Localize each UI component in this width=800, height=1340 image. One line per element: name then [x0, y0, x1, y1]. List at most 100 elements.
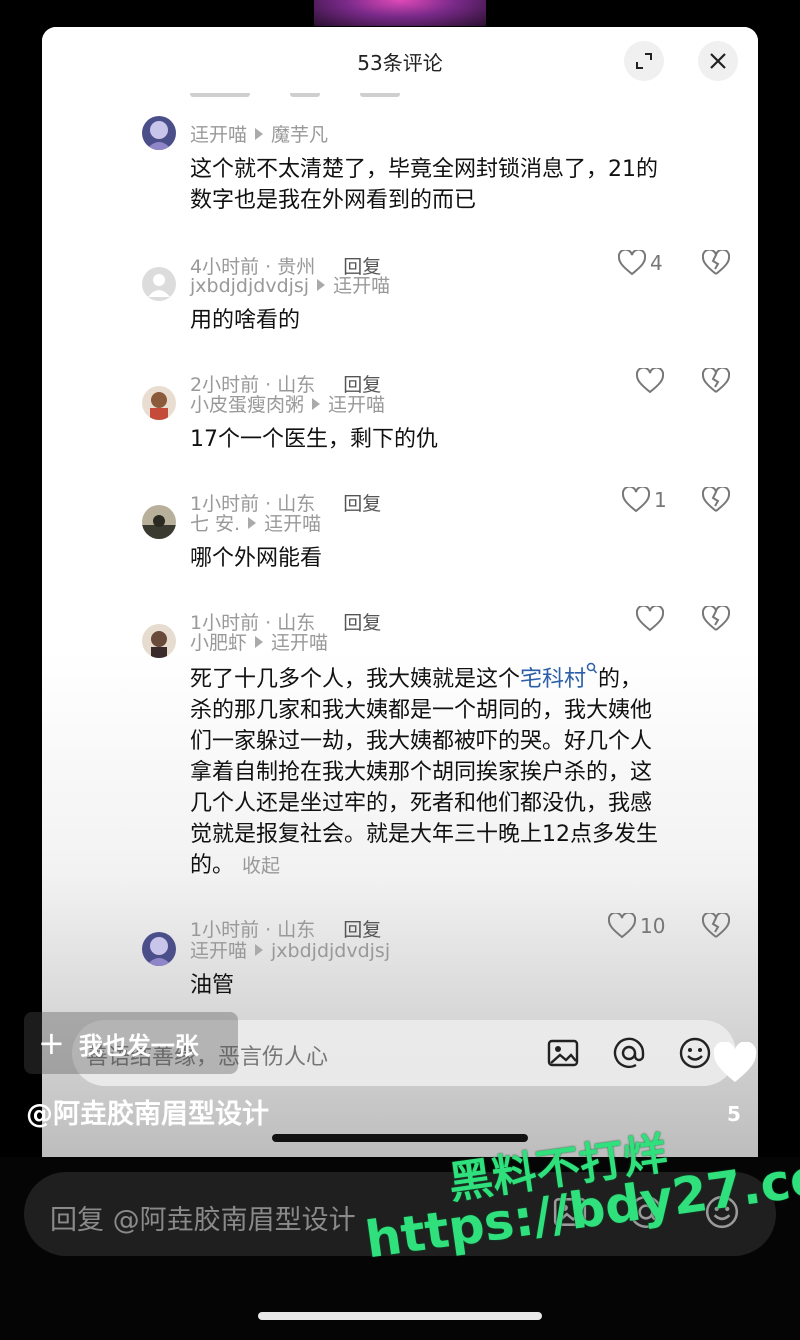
- username[interactable]: 小肥虾: [190, 632, 247, 654]
- dislike-button[interactable]: [701, 248, 731, 280]
- comment-text-segment: 的，: [598, 667, 643, 692]
- comment-line: 们一家躲过一劫，我大姨都被吓的哭。好几个人: [190, 729, 653, 754]
- dislike-button[interactable]: [701, 604, 731, 636]
- avatar[interactable]: [142, 116, 176, 150]
- post-photo-label: 我也发一张: [78, 1031, 199, 1060]
- broken-heart-icon: [701, 604, 731, 631]
- video-like-icon[interactable]: [712, 1042, 758, 1084]
- dislike-button[interactable]: [701, 366, 731, 398]
- comment-line: 几个人还是坐过牢的，死者和他们都没仇，我感: [190, 791, 653, 816]
- video-author[interactable]: @阿垚胶南眉型设计: [26, 1092, 269, 1131]
- heart-outline-icon: [618, 250, 646, 276]
- comment-line: 觉就是报复社会。就是大年三十晚上12点多发生: [190, 822, 658, 847]
- username[interactable]: 迋开喵: [190, 124, 247, 146]
- like-count: 1: [654, 488, 667, 512]
- comment-names: jxbdjdjdvdjsj 迋开喵: [190, 271, 390, 298]
- comment-line: 数字也是我在外网看到的而已: [190, 188, 477, 213]
- comment-text: 油管: [190, 970, 730, 1001]
- comment-text: 17个一个医生，剩下的仇: [190, 424, 730, 455]
- username[interactable]: 迋开喵: [190, 940, 247, 962]
- search-icon: [586, 662, 598, 674]
- screen: 53条评论 迋开喵 魔芋凡 这个就不太清楚了，毕竟全网封锁消息了，21的 数字也…: [0, 0, 800, 1340]
- reply-to-username[interactable]: 迋开喵: [271, 632, 328, 654]
- comment-names: 小肥虾 迋开喵: [190, 628, 328, 655]
- video-background: [314, 0, 486, 26]
- reply-to-username[interactable]: 迋开喵: [333, 275, 390, 297]
- heart-outline-icon: [608, 913, 636, 939]
- plus-icon: +: [38, 1024, 65, 1062]
- reply-button[interactable]: 回复: [343, 493, 381, 515]
- avatar[interactable]: [142, 505, 176, 539]
- reply-arrow-icon: [255, 944, 264, 956]
- dislike-button[interactable]: [701, 485, 731, 517]
- comment-names: 迋开喵 jxbdjdjdvdjsj: [190, 936, 390, 963]
- heart-outline-icon: [636, 368, 664, 394]
- expand-button[interactable]: [624, 41, 664, 81]
- heart-outline-icon: [636, 606, 664, 632]
- username[interactable]: jxbdjdjdvdjsj: [190, 275, 309, 297]
- image-icon[interactable]: [546, 1036, 580, 1070]
- comment-text: 用的啥看的: [190, 305, 730, 336]
- comment-line: 用的啥看的: [190, 308, 301, 333]
- avatar[interactable]: [142, 267, 176, 301]
- reply-arrow-icon: [248, 517, 257, 529]
- video-like-count: 5: [727, 1102, 741, 1126]
- collapse-button[interactable]: 收起: [242, 855, 280, 877]
- reply-to-username[interactable]: 迋开喵: [328, 394, 385, 416]
- reply-to-username[interactable]: 魔芋凡: [271, 124, 328, 146]
- comments-sheet: 53条评论 迋开喵 魔芋凡 这个就不太清楚了，毕竟全网封锁消息了，21的 数字也…: [42, 27, 758, 1157]
- comment-line: 拿着自制抢在我大姨那个胡同挨家挨户杀的，这: [190, 760, 653, 785]
- sheet-header: 53条评论: [42, 27, 758, 93]
- reply-arrow-icon: [317, 279, 326, 291]
- mention-icon[interactable]: [612, 1036, 646, 1070]
- close-button[interactable]: [698, 41, 738, 81]
- comment-line: 死了十几多个人，我大姨就是这个宅科村 的，: [190, 662, 730, 695]
- reply-arrow-icon: [312, 398, 321, 410]
- close-icon: [710, 53, 726, 69]
- comment-line: 的。 收起: [190, 850, 730, 882]
- post-photo-button[interactable]: + 我也发一张: [24, 1012, 238, 1074]
- reply-input-placeholder: 回复 @阿垚胶南眉型设计: [50, 1205, 356, 1236]
- comment-line: 这个就不太清楚了，毕竟全网封锁消息了，21的: [190, 157, 658, 182]
- comment-names: 迋开喵 魔芋凡: [190, 120, 328, 147]
- comment-text: 这个就不太清楚了，毕竟全网封锁消息了，21的 数字也是我在外网看到的而已: [190, 154, 730, 216]
- comment-text: 哪个外网能看: [190, 543, 730, 574]
- like-button[interactable]: 1: [622, 487, 667, 513]
- comment-text: 死了十几多个人，我大姨就是这个宅科村 的， 杀的那几家和我大姨都是一个胡同的，我大…: [190, 662, 730, 882]
- like-button[interactable]: [636, 606, 664, 632]
- broken-heart-icon: [701, 485, 731, 512]
- avatar[interactable]: [142, 624, 176, 658]
- expand-icon: [636, 53, 652, 69]
- comment-text-segment: 死了十几多个人，我大姨就是这个: [190, 667, 521, 692]
- like-button[interactable]: 10: [608, 913, 665, 939]
- comment-line: 杀的那几家和我大姨都是一个胡同的，我大姨他: [190, 698, 653, 723]
- like-button[interactable]: [636, 368, 664, 394]
- emoji-icon[interactable]: [678, 1036, 712, 1070]
- username[interactable]: 七 安.: [190, 513, 240, 535]
- reply-arrow-icon: [255, 128, 264, 140]
- comment-names: 小皮蛋瘦肉粥 迋开喵: [190, 390, 385, 417]
- reply-button[interactable]: 回复: [343, 612, 381, 634]
- keyword-text: 宅科村: [520, 667, 587, 692]
- avatar[interactable]: [142, 386, 176, 420]
- reply-arrow-icon: [255, 636, 264, 648]
- broken-heart-icon: [701, 248, 731, 275]
- like-count: 10: [640, 914, 666, 938]
- username[interactable]: 小皮蛋瘦肉粥: [190, 394, 304, 416]
- like-button[interactable]: 4: [618, 250, 663, 276]
- broken-heart-icon: [701, 366, 731, 393]
- comment-names: 七 安. 迋开喵: [190, 509, 321, 536]
- search-keyword-link[interactable]: 宅科村: [520, 662, 598, 692]
- comment-text-segment: 的。: [190, 853, 235, 878]
- comment-line: 油管: [190, 973, 235, 998]
- reply-to-username[interactable]: jxbdjdjdvdjsj: [271, 940, 390, 962]
- avatar[interactable]: [142, 932, 176, 966]
- comment-line: 17个一个医生，剩下的仇: [190, 427, 438, 452]
- like-count: 4: [650, 251, 663, 275]
- comment-line: 哪个外网能看: [190, 546, 323, 571]
- home-indicator: [258, 1312, 542, 1320]
- dislike-button[interactable]: [701, 911, 731, 943]
- reply-to-username[interactable]: 迋开喵: [264, 513, 321, 535]
- broken-heart-icon: [701, 911, 731, 938]
- heart-outline-icon: [622, 487, 650, 513]
